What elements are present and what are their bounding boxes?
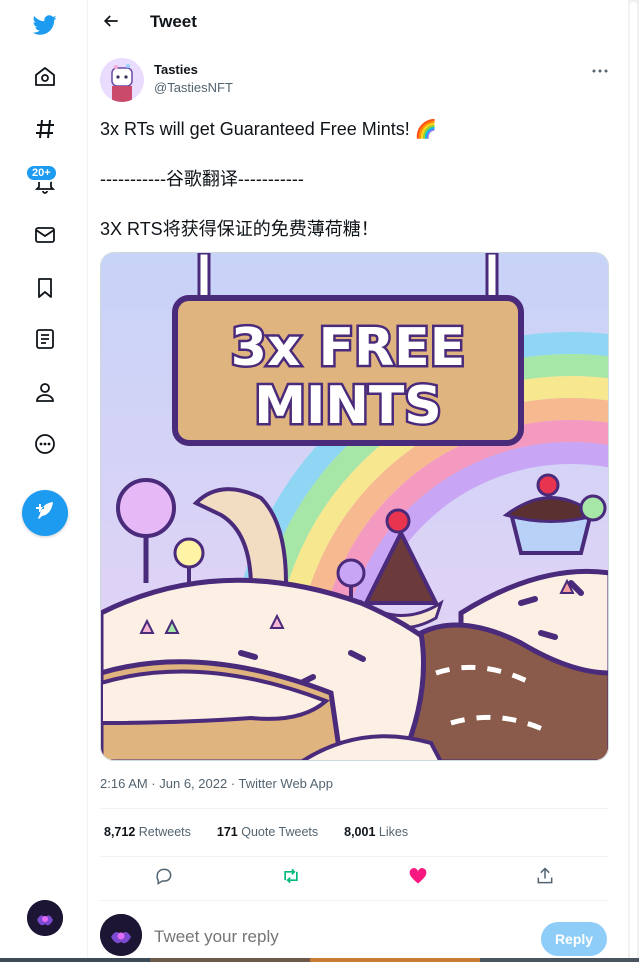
sign-text-line-2: MINTS xyxy=(254,376,442,436)
retweets-label: Retweets xyxy=(138,825,191,839)
taskbar-edge xyxy=(0,958,639,962)
page-title: Tweet xyxy=(150,12,197,31)
author-avatar[interactable] xyxy=(100,58,144,102)
share-button[interactable] xyxy=(533,866,557,890)
likes-count: 8,001 xyxy=(344,825,376,839)
retweets-stat[interactable]: 8,712 Retweets xyxy=(104,825,191,839)
reply-button[interactable] xyxy=(152,866,176,890)
likes-stat[interactable]: 8,001 Likes xyxy=(344,825,408,839)
retweets-count: 8,712 xyxy=(104,825,136,839)
tweet-more-button[interactable] xyxy=(588,62,612,78)
tweet-text-line-1: 3x RTs will get Guaranteed Free Mints! 🌈 xyxy=(100,119,438,139)
bookmarks-icon[interactable] xyxy=(22,265,68,311)
notifications-badge: 20+ xyxy=(25,164,58,182)
tweet-actions xyxy=(100,866,608,890)
sign-text-line-1: 3x FREE xyxy=(231,318,465,378)
tweet-detail-column: Tweet Tasties @TastiesNFT 3x RTs will ge… xyxy=(88,0,628,962)
author-handle[interactable]: @TastiesNFT xyxy=(154,80,233,95)
divider xyxy=(100,856,608,857)
quotes-label: Quote Tweets xyxy=(241,825,319,839)
like-heart-icon xyxy=(408,866,428,891)
lists-icon[interactable] xyxy=(22,316,68,362)
home-icon[interactable] xyxy=(22,54,68,100)
reply-submit-button[interactable]: Reply xyxy=(541,922,607,956)
reply-avatar xyxy=(100,914,142,956)
author-name[interactable]: Tasties xyxy=(154,62,198,77)
quotes-stat[interactable]: 171 Quote Tweets xyxy=(217,825,318,839)
explore-hashtag-icon[interactable] xyxy=(22,106,68,152)
reply-icon xyxy=(154,866,174,891)
twitter-logo-icon[interactable] xyxy=(22,2,68,48)
divider xyxy=(100,808,608,809)
like-button[interactable] xyxy=(406,866,430,890)
tweet-timestamp[interactable]: 2:16 AM · Jun 6, 2022 · Twitter Web App xyxy=(100,776,333,791)
retweet-button[interactable] xyxy=(279,866,303,890)
arrow-left-icon xyxy=(101,11,121,36)
feather-icon xyxy=(33,499,57,528)
quotes-count: 171 xyxy=(216,825,238,839)
scrollbar-thumb[interactable] xyxy=(630,2,637,960)
scrollbar[interactable] xyxy=(628,0,639,962)
compose-tweet-button[interactable] xyxy=(22,490,68,536)
more-circle-icon[interactable] xyxy=(22,421,68,467)
tweet-stats: 8,712 Retweets 171 Quote Tweets 8,001 Li… xyxy=(104,825,408,839)
divider xyxy=(100,900,608,901)
left-nav-rail: 20+ xyxy=(0,0,88,962)
tweet-text-line-2: -----------谷歌翻译----------- xyxy=(100,169,304,189)
messages-mail-icon[interactable] xyxy=(22,212,68,258)
likes-label: Likes xyxy=(378,825,409,839)
reply-input[interactable] xyxy=(154,927,454,947)
retweet-icon xyxy=(281,866,301,891)
tweet-image[interactable]: 3x FREE MINTS xyxy=(100,252,609,761)
share-icon xyxy=(535,866,555,891)
tweet-text-line-3: 3X RTS将获得保证的免费薄荷糖！ xyxy=(100,219,379,239)
more-dots-icon xyxy=(591,61,609,79)
back-button[interactable] xyxy=(96,8,126,38)
profile-icon[interactable] xyxy=(22,369,68,415)
account-avatar[interactable] xyxy=(27,900,63,936)
page-header: Tweet xyxy=(88,0,628,46)
